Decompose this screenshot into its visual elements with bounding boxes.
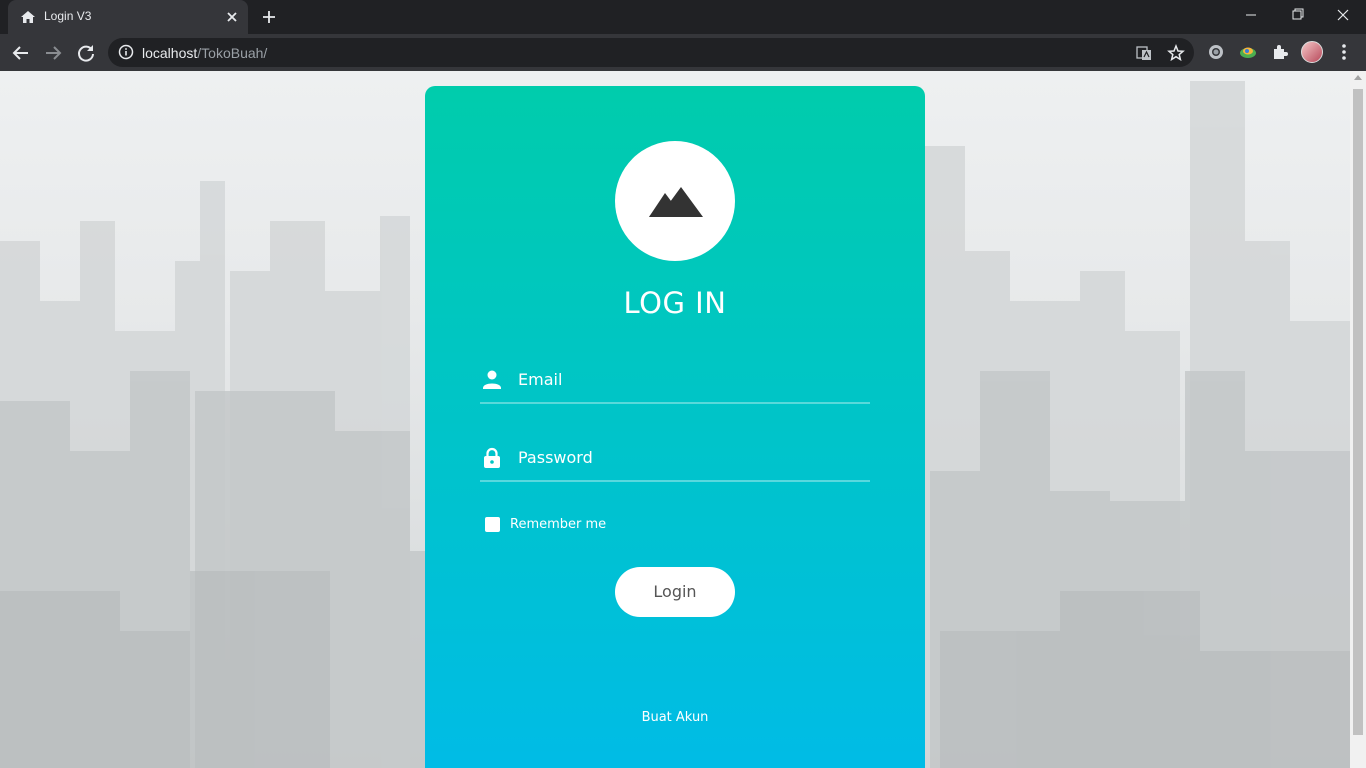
home-icon: [21, 11, 35, 23]
browser-titlebar: Login V3: [0, 0, 1366, 34]
profile-avatar[interactable]: [1301, 41, 1323, 63]
new-tab-icon[interactable]: [258, 6, 280, 28]
translate-icon[interactable]: [1134, 43, 1154, 63]
url-path: /TokoBuah/: [197, 45, 268, 61]
scrollbar[interactable]: [1350, 71, 1366, 768]
browser-toolbar: localhost/TokoBuah/: [0, 34, 1366, 71]
login-button[interactable]: Login: [615, 567, 735, 617]
url-host: localhost: [142, 45, 198, 61]
logo: [615, 141, 735, 261]
back-arrow-icon[interactable]: [8, 40, 34, 66]
url-text[interactable]: localhost/TokoBuah/: [142, 45, 267, 61]
tab-title: Login V3: [44, 9, 92, 23]
bookmark-star-icon[interactable]: [1166, 43, 1186, 63]
create-account-link[interactable]: Buat Akun: [425, 710, 925, 725]
browser-tab[interactable]: Login V3: [8, 0, 248, 34]
scroll-up-arrow-icon[interactable]: [1354, 75, 1362, 80]
email-field: [480, 356, 870, 404]
scroll-thumb[interactable]: [1353, 89, 1363, 735]
restore-icon[interactable]: [1274, 0, 1320, 30]
more-vert-icon[interactable]: [1334, 42, 1354, 62]
close-tab-icon[interactable]: [222, 7, 242, 27]
lock-icon: [484, 447, 500, 468]
minimize-icon[interactable]: [1228, 0, 1274, 30]
page-title: LOG IN: [623, 286, 727, 320]
reload-icon[interactable]: [73, 40, 99, 66]
extension-circle-icon[interactable]: [1206, 42, 1226, 62]
login-card: LOG IN Remember me Login Buat Akun: [425, 86, 925, 768]
email-input[interactable]: [518, 364, 868, 394]
extension-colorful-icon[interactable]: [1238, 42, 1258, 62]
password-input[interactable]: [518, 442, 868, 472]
remember-label[interactable]: Remember me: [510, 517, 606, 532]
extensions-puzzle-icon[interactable]: [1270, 42, 1290, 62]
address-bar[interactable]: localhost/TokoBuah/: [108, 38, 1194, 67]
password-field: [480, 434, 870, 482]
remember-checkbox[interactable]: [485, 517, 500, 532]
window-close-icon[interactable]: [1320, 0, 1366, 30]
page-viewport: LOG IN Remember me Login Buat Akun: [0, 71, 1350, 768]
info-icon[interactable]: [118, 44, 134, 60]
forward-arrow-icon[interactable]: [40, 40, 66, 66]
mountain-icon: [649, 187, 703, 217]
user-icon: [483, 370, 501, 389]
